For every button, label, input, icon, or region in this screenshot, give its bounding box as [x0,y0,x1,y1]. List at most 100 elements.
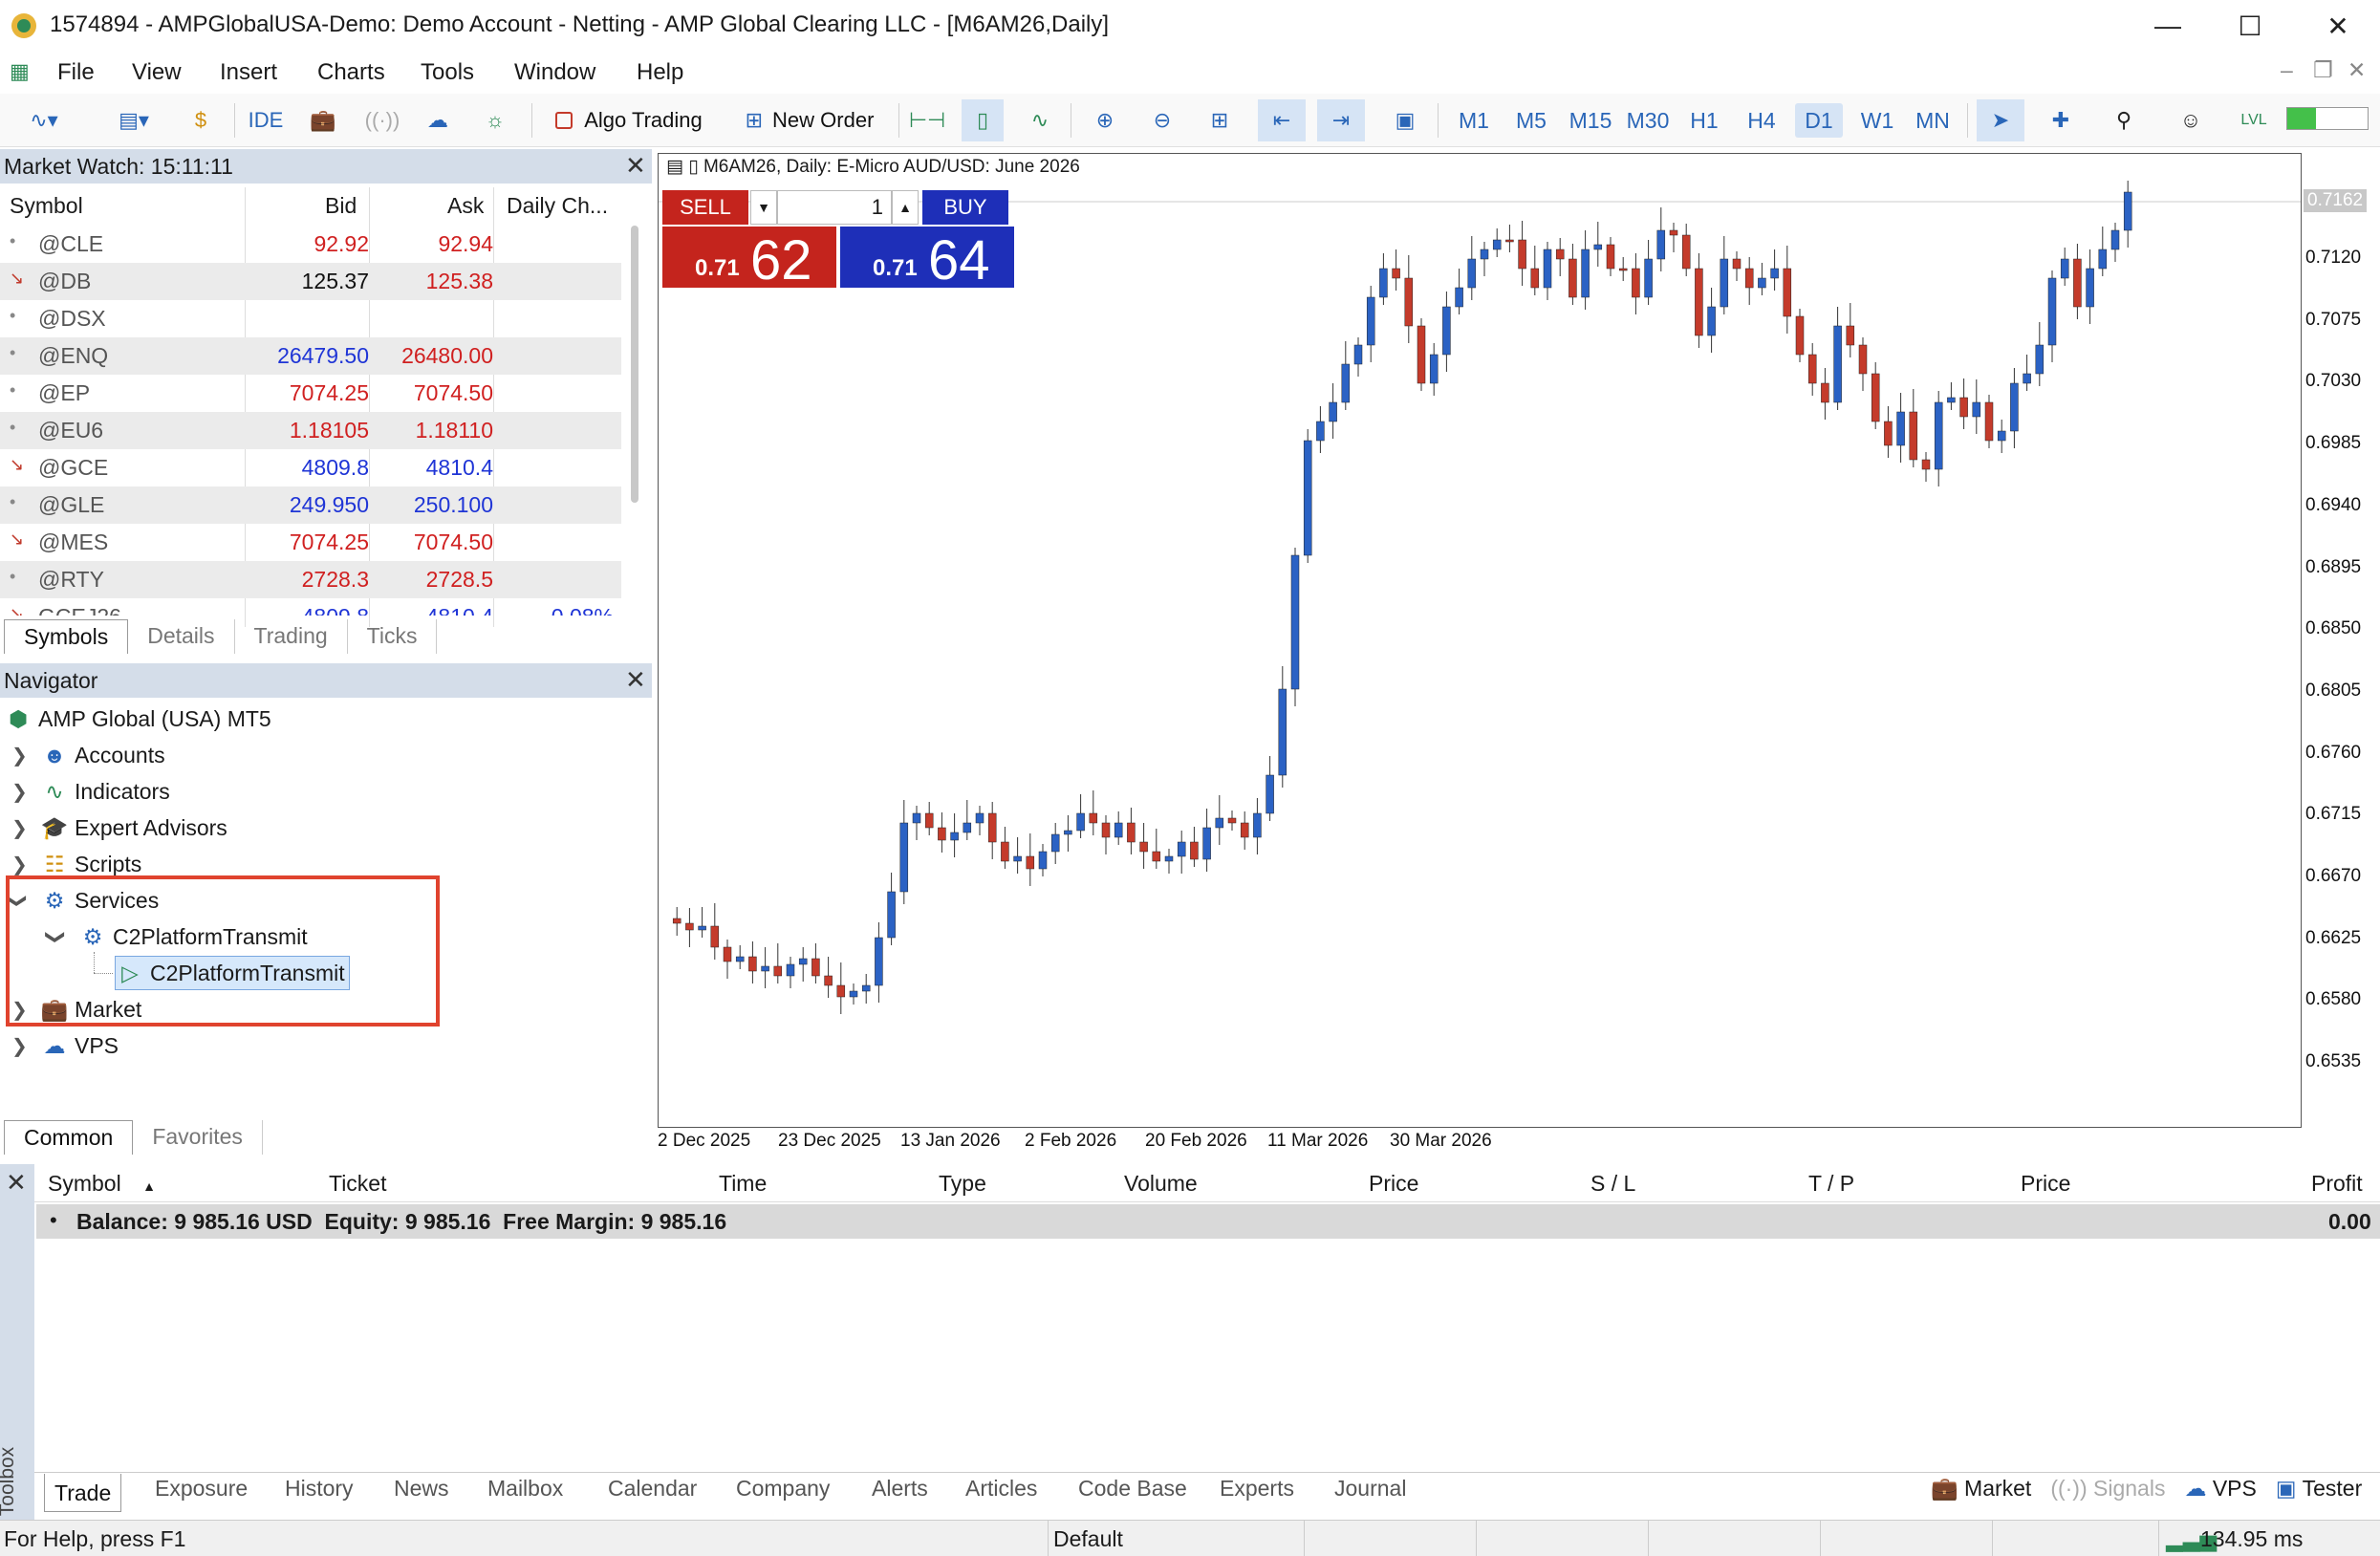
col-trade-symbol[interactable]: Symbol ▲ [48,1171,156,1197]
tab-details[interactable]: Details [128,619,235,654]
market-watch-scrollbar[interactable] [631,226,638,503]
market-watch-close-icon[interactable]: ✕ [625,151,646,181]
expand-experts-icon[interactable]: ❯ [11,816,28,840]
sell-button[interactable]: SELL [662,190,748,225]
toolbox-tab-code-base[interactable]: Code Base [1078,1476,1187,1502]
toolbox-tab-news[interactable]: News [394,1476,449,1502]
line-chart-icon[interactable]: ∿ [1019,99,1061,141]
toolbox-tab-calendar[interactable]: Calendar [608,1476,697,1502]
market-bag-icon[interactable]: 💼 [304,99,342,141]
market-watch-row[interactable]: • @GLE 249.950 250.100 [0,486,621,524]
chart-shift-icon[interactable]: ⇥ [1317,99,1365,141]
menu-view[interactable]: View [132,59,182,86]
col-tp[interactable]: T / P [1808,1171,1854,1197]
expand-vps-icon[interactable]: ❯ [11,1034,28,1058]
toolbox-tab-journal[interactable]: Journal [1334,1476,1406,1502]
col-symbol[interactable]: Symbol [10,193,83,219]
link-vps[interactable]: ☁ VPS [2184,1476,2256,1514]
nav-accounts[interactable]: ☻ Accounts [40,738,165,772]
col-daily-change[interactable]: Daily Ch... [507,193,608,219]
volume-down-icon[interactable]: ▼ [750,190,777,225]
cursor-icon[interactable]: ➤ [1977,99,2024,141]
expand-scripts-icon[interactable]: ❯ [11,853,28,876]
menu-file[interactable]: File [57,59,95,86]
buy-button[interactable]: BUY [922,190,1008,225]
expand-indicators-icon[interactable]: ❯ [11,780,28,804]
link-tester[interactable]: ▣ Tester [2276,1476,2362,1514]
tab-common[interactable]: Common [4,1120,134,1155]
search-icon[interactable]: ⚲ [2103,99,2145,141]
ide-button[interactable]: IDE [245,99,287,141]
col-ask[interactable]: Ask [447,193,484,219]
toolbox-tab-trade[interactable]: Trade [44,1474,122,1512]
timeframe-mn[interactable]: MN [1908,103,1958,138]
expand-accounts-icon[interactable]: ❯ [11,744,28,767]
price-chart[interactable]: ▤ ▯ M6AM26, Daily: E-Micro AUD/USD: June… [658,153,2302,1128]
market-watch-row[interactable]: ↘ GCEJ26 4809.8 4810.4 0.08% [0,598,621,616]
timeframe-w1[interactable]: W1 [1852,103,1902,138]
market-watch-row[interactable]: ↘ @DB 125.37 125.38 [0,263,621,300]
maximize-button[interactable]: ☐ [2216,0,2284,52]
toolbox-tab-articles[interactable]: Articles [965,1476,1037,1502]
col-current-price[interactable]: Price [2021,1171,2070,1197]
link-signals[interactable]: ((·)) Signals [2050,1476,2165,1514]
chart-type-line-icon[interactable]: ∿▾ [15,99,73,141]
nav-indicators[interactable]: ∿ Indicators [40,774,169,809]
col-bid[interactable]: Bid [325,193,357,219]
volume-up-icon[interactable]: ▲ [892,190,919,225]
market-watch-row[interactable]: • @RTY 2728.3 2728.5 [0,561,621,598]
bar-chart-icon[interactable]: ⊢⊣ [906,99,948,141]
tab-trading[interactable]: Trading [235,619,348,654]
tab-symbols[interactable]: Symbols [4,619,129,654]
navigator-close-icon[interactable]: ✕ [625,665,646,695]
vps-cloud-icon[interactable]: ☁ [419,99,457,141]
volume-input[interactable]: 1 [777,190,892,225]
col-ticket[interactable]: Ticket [329,1171,387,1197]
menu-window[interactable]: Window [514,59,595,86]
new-order-button[interactable]: ⊞ New Order [728,99,891,141]
menu-tools[interactable]: Tools [421,59,474,86]
tab-favorites[interactable]: Favorites [133,1120,263,1155]
toolbox-tab-alerts[interactable]: Alerts [872,1476,928,1502]
crosshair-icon[interactable]: ✚ [2040,99,2082,141]
close-window-button[interactable]: ✕ [2304,0,2372,52]
autoscroll-icon[interactable]: ⇤ [1258,99,1306,141]
timeframe-h4[interactable]: H4 [1738,103,1785,138]
timeframe-m30[interactable]: M30 [1619,103,1677,138]
account-icon[interactable]: ☺ [2170,99,2212,141]
toolbox-close-icon[interactable]: ✕ [6,1168,27,1198]
tab-ticks[interactable]: Ticks [348,619,438,654]
community-icon[interactable]: ☼ [476,99,514,141]
timeframe-d1[interactable]: D1 [1795,103,1843,138]
col-price[interactable]: Price [1369,1171,1418,1197]
sell-price-box[interactable]: 0.71 62 [662,227,836,292]
menu-insert[interactable]: Insert [220,59,277,86]
candlestick-icon[interactable]: ▯ [962,99,1004,141]
market-watch-row[interactable]: • @CLE 92.92 92.94 [0,226,621,263]
col-volume[interactable]: Volume [1124,1171,1198,1197]
timeframe-m5[interactable]: M5 [1506,103,1556,138]
mdi-minimize-icon[interactable]: – [2281,57,2293,83]
mdi-close-icon[interactable]: ✕ [2348,57,2366,83]
market-watch-row[interactable]: • @EP 7074.25 7074.50 [0,375,621,412]
screenshot-icon[interactable]: ▣ [1384,99,1426,141]
buy-price-box[interactable]: 0.71 64 [840,227,1014,292]
market-watch-row[interactable]: • @DSX [0,300,621,337]
market-watch-row[interactable]: • @ENQ 26479.50 26480.00 [0,337,621,375]
zoom-out-icon[interactable]: ⊖ [1141,99,1183,141]
algo-trading-button[interactable]: Algo Trading [543,99,715,141]
toolbox-tab-mailbox[interactable]: Mailbox [487,1476,563,1502]
nav-vps[interactable]: ☁ VPS [40,1028,119,1063]
balance-row[interactable]: • Balance: 9 985.16 USD Equity: 9 985.16… [36,1204,2380,1239]
col-sl[interactable]: S / L [1590,1171,1635,1197]
mdi-restore-icon[interactable]: ❐ [2313,57,2333,83]
link-market[interactable]: 💼 Market [1931,1476,2031,1514]
col-profit[interactable]: Profit [2311,1171,2363,1197]
menu-help[interactable]: Help [637,59,683,86]
timeframe-h1[interactable]: H1 [1680,103,1728,138]
level-icon[interactable]: LVL [2233,99,2275,141]
zoom-in-icon[interactable]: ⊕ [1084,99,1126,141]
toolbox-tab-history[interactable]: History [285,1476,354,1502]
col-time[interactable]: Time [719,1171,767,1197]
nav-expert-advisors[interactable]: 🎓 Expert Advisors [40,810,227,845]
